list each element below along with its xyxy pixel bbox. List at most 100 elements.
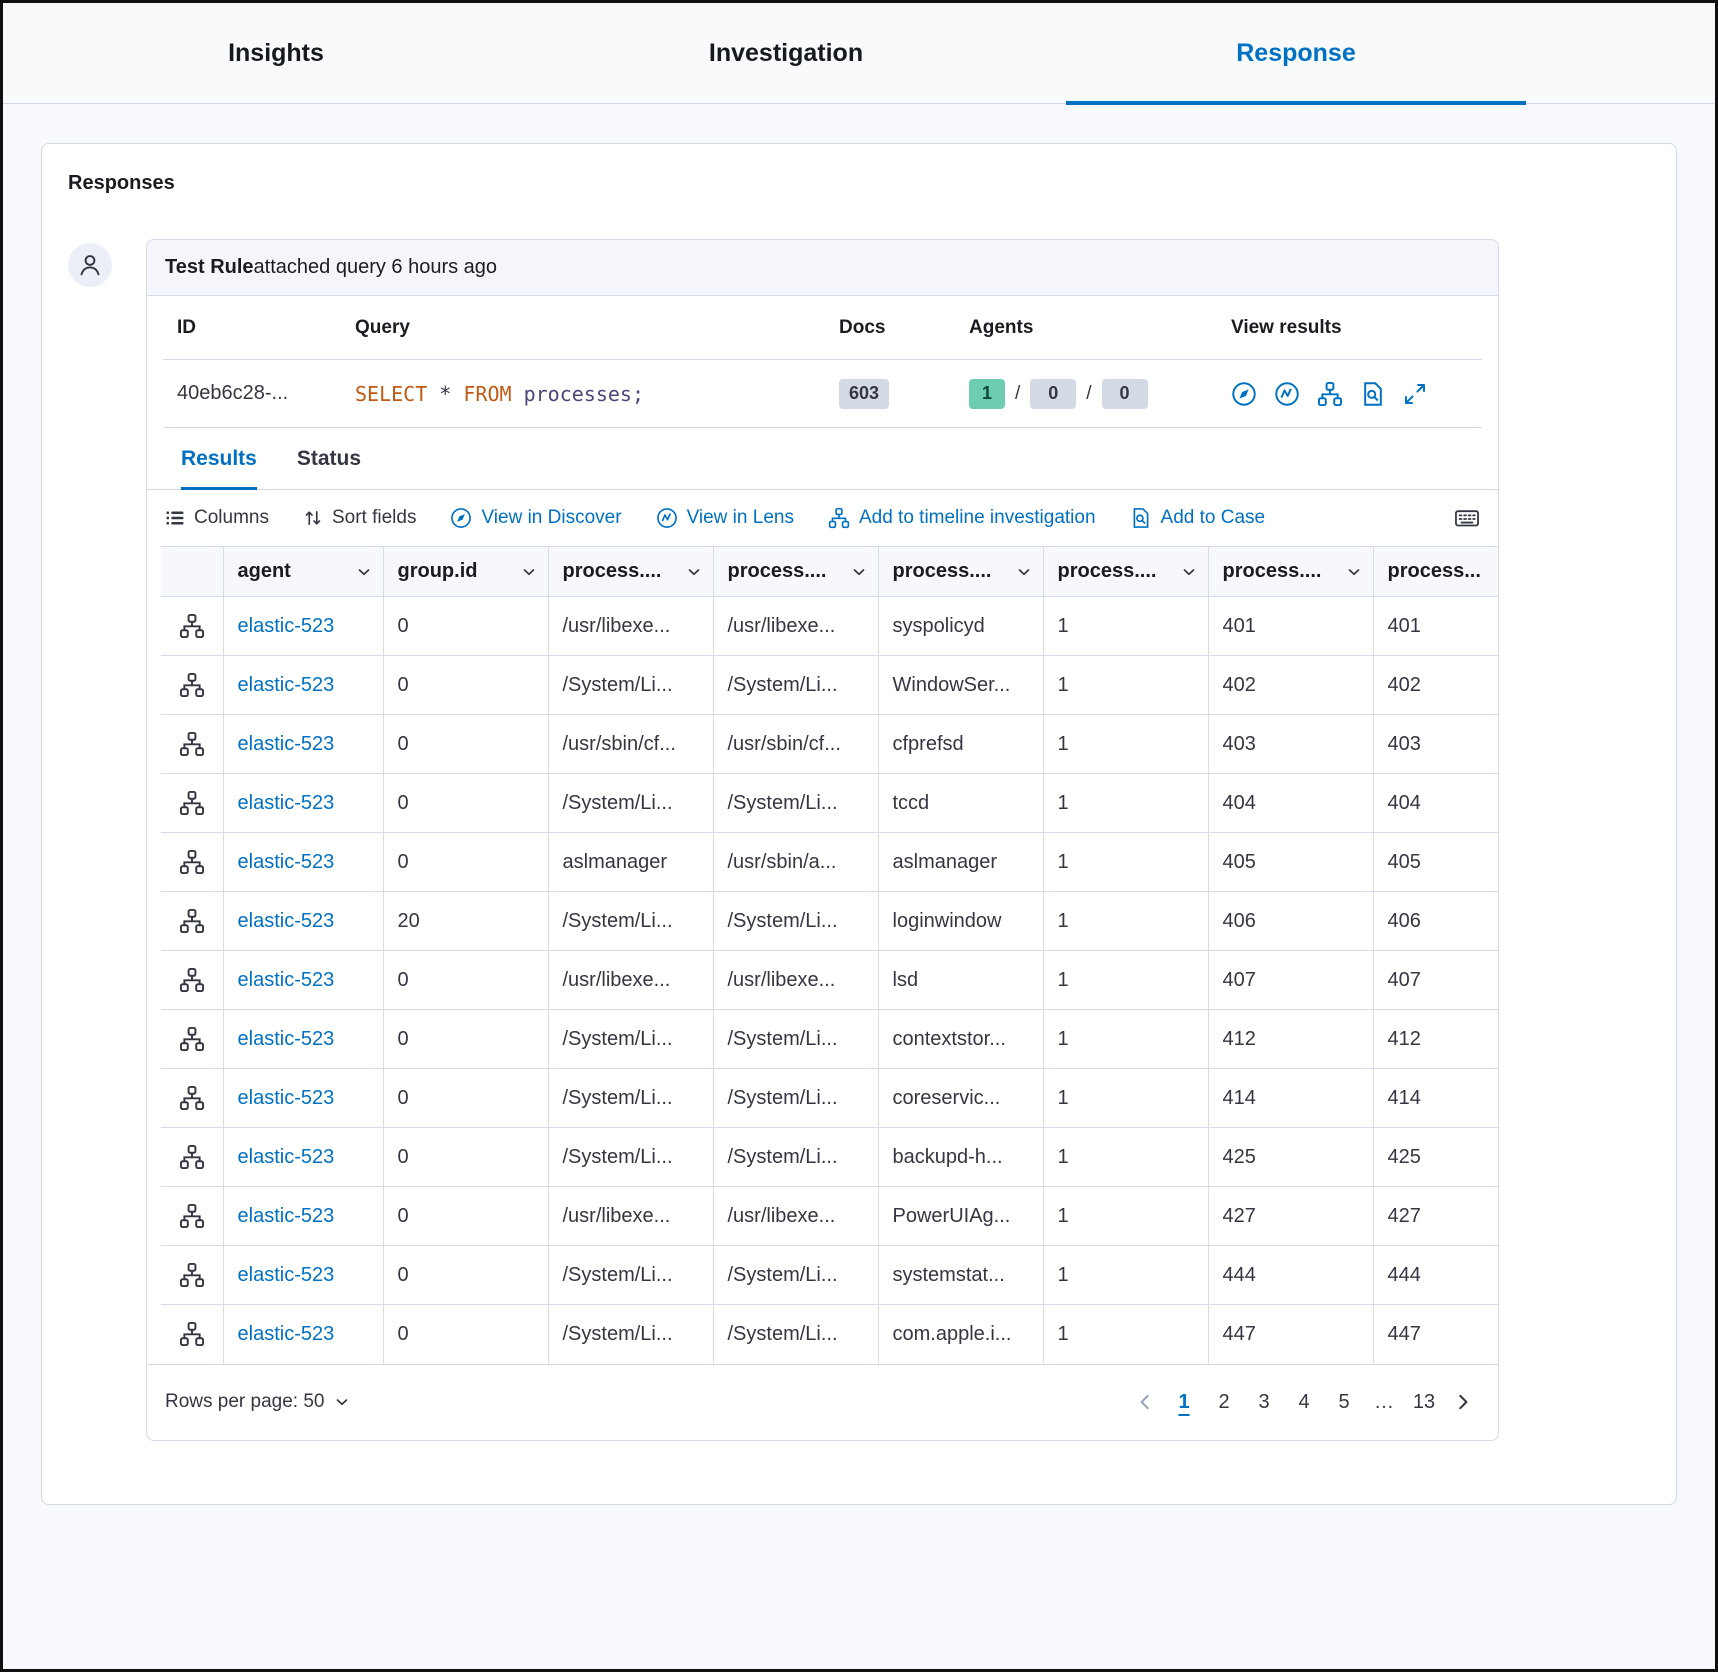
grid-cell[interactable]: 414 bbox=[1373, 1069, 1498, 1128]
grid-cell[interactable]: /usr/sbin/a... bbox=[713, 833, 878, 892]
grid-cell[interactable]: 403 bbox=[1373, 715, 1498, 774]
grid-cell[interactable]: 0 bbox=[383, 1305, 548, 1364]
grid-cell[interactable]: 401 bbox=[1373, 597, 1498, 656]
grid-cell-agent[interactable]: elastic-523 bbox=[223, 833, 383, 892]
analyzer-icon[interactable] bbox=[179, 1262, 205, 1288]
grid-cell[interactable]: contextstor... bbox=[878, 1010, 1043, 1069]
grid-cell[interactable]: 447 bbox=[1373, 1305, 1498, 1364]
grid-cell[interactable]: 412 bbox=[1208, 1010, 1373, 1069]
view-in-discover-button[interactable]: View in Discover bbox=[450, 507, 621, 529]
grid-cell[interactable]: /System/Li... bbox=[548, 1128, 713, 1187]
grid-control-cell[interactable] bbox=[161, 951, 223, 1010]
chevron-down-icon[interactable] bbox=[1180, 563, 1198, 581]
analyzer-icon[interactable] bbox=[179, 790, 205, 816]
agent-link[interactable]: elastic-523 bbox=[238, 674, 335, 696]
agent-link[interactable]: elastic-523 bbox=[238, 851, 335, 873]
grid-cell[interactable]: 1 bbox=[1043, 1246, 1208, 1305]
grid-cell-agent[interactable]: elastic-523 bbox=[223, 1069, 383, 1128]
grid-cell-agent[interactable]: elastic-523 bbox=[223, 1128, 383, 1187]
grid-cell[interactable]: 0 bbox=[383, 1246, 548, 1305]
grid-cell[interactable]: 406 bbox=[1373, 892, 1498, 951]
grid-cell[interactable]: PowerUIAg... bbox=[878, 1187, 1043, 1246]
grid-cell[interactable]: /System/Li... bbox=[713, 1305, 878, 1364]
keyboard-shortcuts-button[interactable] bbox=[1454, 505, 1480, 531]
grid-cell-agent[interactable]: elastic-523 bbox=[223, 656, 383, 715]
grid-cell[interactable]: 406 bbox=[1208, 892, 1373, 951]
chevron-down-icon[interactable] bbox=[355, 563, 373, 581]
grid-cell[interactable]: 427 bbox=[1208, 1187, 1373, 1246]
grid-cell[interactable]: loginwindow bbox=[878, 892, 1043, 951]
view-in-discover-icon-button[interactable] bbox=[1231, 381, 1257, 407]
agent-link[interactable]: elastic-523 bbox=[238, 733, 335, 755]
chevron-down-icon[interactable] bbox=[520, 563, 538, 581]
grid-cell[interactable]: systemstat... bbox=[878, 1246, 1043, 1305]
grid-cell[interactable]: 407 bbox=[1373, 951, 1498, 1010]
view-in-timeline-icon-button[interactable] bbox=[1317, 381, 1343, 407]
grid-cell-agent[interactable]: elastic-523 bbox=[223, 597, 383, 656]
grid-cell[interactable]: 425 bbox=[1373, 1128, 1498, 1187]
grid-cell[interactable]: cfprefsd bbox=[878, 715, 1043, 774]
grid-cell[interactable]: 404 bbox=[1208, 774, 1373, 833]
pagination-page-1[interactable]: 1 bbox=[1166, 1382, 1202, 1422]
tab-results[interactable]: Results bbox=[181, 428, 257, 489]
grid-cell[interactable]: 0 bbox=[383, 774, 548, 833]
agent-link[interactable]: elastic-523 bbox=[238, 1323, 335, 1345]
grid-control-cell[interactable] bbox=[161, 1305, 223, 1364]
grid-cell[interactable]: com.apple.i... bbox=[878, 1305, 1043, 1364]
grid-cell[interactable]: 0 bbox=[383, 951, 548, 1010]
grid-cell[interactable]: 1 bbox=[1043, 1187, 1208, 1246]
grid-cell[interactable]: syspolicyd bbox=[878, 597, 1043, 656]
pagination-page-2[interactable]: 2 bbox=[1206, 1382, 1242, 1422]
agent-link[interactable]: elastic-523 bbox=[238, 1087, 335, 1109]
grid-cell-agent[interactable]: elastic-523 bbox=[223, 951, 383, 1010]
grid-cell[interactable]: /System/Li... bbox=[713, 1246, 878, 1305]
grid-cell[interactable]: 0 bbox=[383, 597, 548, 656]
grid-cell[interactable]: /usr/sbin/cf... bbox=[713, 715, 878, 774]
grid-cell[interactable]: 0 bbox=[383, 1128, 548, 1187]
pagination-page-13[interactable]: 13 bbox=[1406, 1382, 1442, 1422]
grid-cell[interactable]: 1 bbox=[1043, 1128, 1208, 1187]
analyzer-icon[interactable] bbox=[179, 1203, 205, 1229]
grid-column-header[interactable]: process.... bbox=[878, 547, 1043, 597]
grid-cell[interactable]: 407 bbox=[1208, 951, 1373, 1010]
grid-cell-agent[interactable]: elastic-523 bbox=[223, 892, 383, 951]
grid-column-header[interactable]: process.... bbox=[1043, 547, 1208, 597]
grid-control-cell[interactable] bbox=[161, 656, 223, 715]
grid-cell[interactable]: 0 bbox=[383, 833, 548, 892]
grid-cell[interactable]: /System/Li... bbox=[713, 656, 878, 715]
grid-cell[interactable]: aslmanager bbox=[878, 833, 1043, 892]
grid-cell-agent[interactable]: elastic-523 bbox=[223, 1010, 383, 1069]
pagination-prev-button[interactable] bbox=[1128, 1391, 1162, 1413]
grid-cell[interactable]: 405 bbox=[1208, 833, 1373, 892]
grid-cell[interactable]: 402 bbox=[1208, 656, 1373, 715]
agent-link[interactable]: elastic-523 bbox=[238, 1264, 335, 1286]
grid-cell[interactable]: /usr/libexe... bbox=[713, 1187, 878, 1246]
pagination-next-button[interactable] bbox=[1446, 1391, 1480, 1413]
grid-column-header[interactable]: group.id bbox=[383, 547, 548, 597]
analyzer-icon[interactable] bbox=[179, 1144, 205, 1170]
grid-cell[interactable]: /System/Li... bbox=[548, 1305, 713, 1364]
analyzer-icon[interactable] bbox=[179, 1321, 205, 1347]
sort-fields-button[interactable]: Sort fields bbox=[303, 507, 416, 529]
grid-cell[interactable]: 1 bbox=[1043, 951, 1208, 1010]
grid-control-cell[interactable] bbox=[161, 1069, 223, 1128]
chevron-down-icon[interactable] bbox=[850, 563, 868, 581]
grid-cell[interactable]: 0 bbox=[383, 1187, 548, 1246]
grid-cell[interactable]: /System/Li... bbox=[548, 1246, 713, 1305]
grid-cell[interactable]: 444 bbox=[1373, 1246, 1498, 1305]
rows-per-page-button[interactable]: Rows per page: 50 bbox=[165, 1391, 351, 1413]
grid-cell[interactable]: 0 bbox=[383, 715, 548, 774]
grid-cell[interactable]: 1 bbox=[1043, 1069, 1208, 1128]
analyzer-icon[interactable] bbox=[179, 731, 205, 757]
grid-cell[interactable]: /System/Li... bbox=[548, 774, 713, 833]
grid-cell[interactable]: /usr/libexe... bbox=[548, 951, 713, 1010]
agent-link[interactable]: elastic-523 bbox=[238, 1146, 335, 1168]
pagination-page-5[interactable]: 5 bbox=[1326, 1382, 1362, 1422]
grid-cell[interactable]: /usr/libexe... bbox=[713, 951, 878, 1010]
grid-control-cell[interactable] bbox=[161, 1187, 223, 1246]
grid-cell[interactable]: tccd bbox=[878, 774, 1043, 833]
grid-cell[interactable]: coreservic... bbox=[878, 1069, 1043, 1128]
pagination-page-3[interactable]: 3 bbox=[1246, 1382, 1282, 1422]
analyzer-icon[interactable] bbox=[179, 908, 205, 934]
grid-cell[interactable]: 20 bbox=[383, 892, 548, 951]
